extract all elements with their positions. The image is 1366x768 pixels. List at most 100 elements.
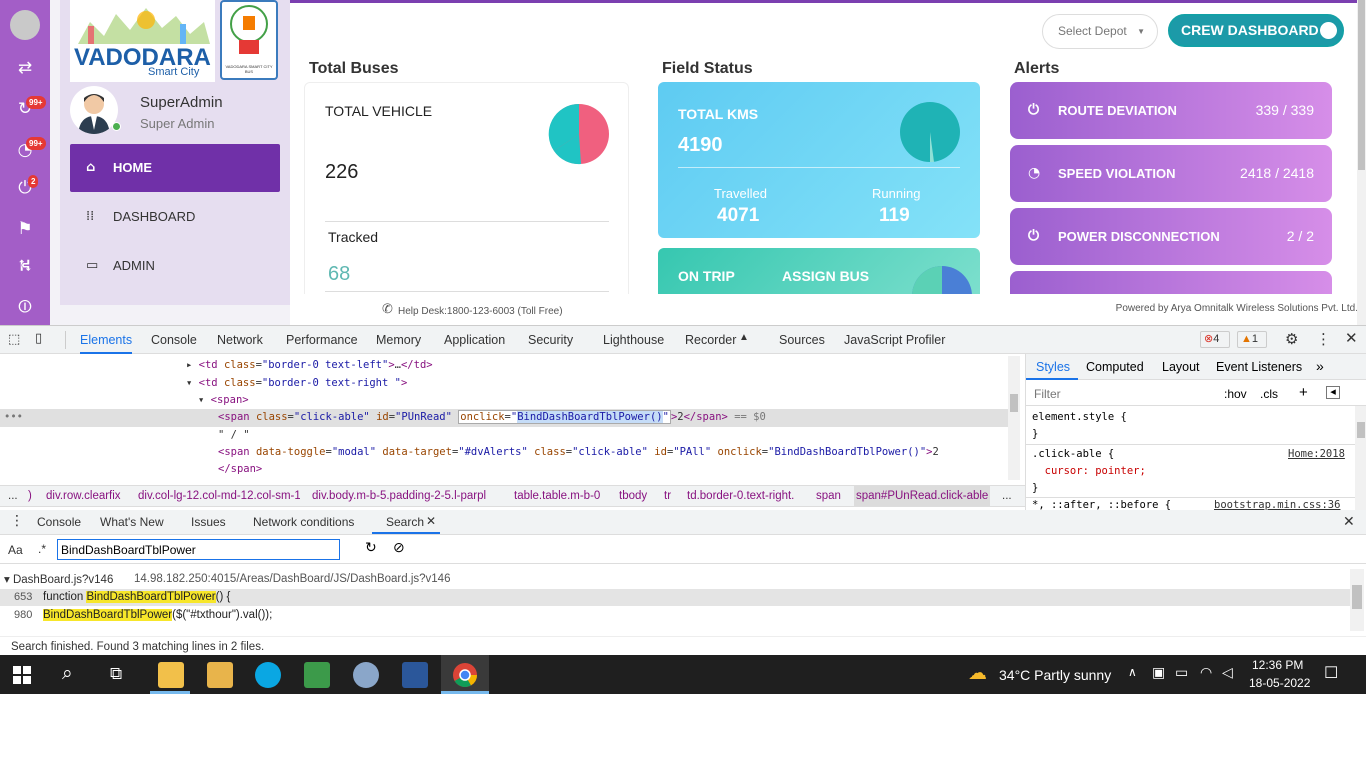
warning-counter[interactable]: ▲1 (1237, 331, 1267, 348)
breadcrumb-item[interactable]: td.border-0.text-right. (687, 486, 805, 506)
breadcrumb-item[interactable]: tr (664, 486, 671, 506)
result-file-toggle[interactable]: ▾ DashBoard.js?v146 (4, 572, 113, 586)
tab-recorder[interactable]: Recorder (685, 326, 736, 354)
breadcrumb-item[interactable]: div.col-lg-12.col-md-12.col-sm-12 (138, 486, 300, 506)
tab-memory[interactable]: Memory (376, 326, 421, 354)
inspect-icon[interactable]: ⬚ (8, 332, 20, 347)
task-view-icon[interactable]: ⧉ (110, 664, 122, 684)
text-node[interactable]: " / " (218, 427, 250, 444)
crew-dashboard-toggle[interactable]: CREW DASHBOARD (1168, 14, 1344, 47)
cls-button[interactable]: .cls (1260, 387, 1278, 401)
scrollbar-thumb[interactable] (1352, 585, 1362, 609)
clock-date[interactable]: 18-05-2022 (1249, 676, 1310, 690)
power-plug-icon[interactable]: ⏼ (13, 295, 37, 319)
nav-item-admin[interactable]: ▭ ADMIN (70, 242, 280, 290)
total-vehicle-card[interactable]: TOTAL VEHICLE 226 Tracked 68 (304, 82, 629, 302)
add-rule-icon[interactable]: + (1299, 384, 1308, 401)
selected-dom-node[interactable]: <span class="click-able" id="PUnRead" on… (218, 409, 766, 426)
wifi-icon[interactable]: ◠ (1200, 664, 1212, 681)
chevron-up-icon[interactable]: ∧ (1128, 665, 1137, 679)
breadcrumb-item[interactable]: span (816, 486, 841, 506)
volume-icon[interactable]: ◁ (1222, 664, 1233, 681)
error-counter[interactable]: ⊗4 (1200, 331, 1230, 348)
tab-network[interactable]: Network (217, 326, 263, 354)
breadcrumb-overflow[interactable]: ... (1002, 486, 1012, 506)
tab-console[interactable]: Console (151, 326, 197, 354)
battery-icon[interactable]: ▭ (1175, 664, 1188, 681)
drawer-tab-network-conditions[interactable]: Network conditions (253, 515, 354, 529)
more-tabs-icon[interactable]: » (1316, 358, 1324, 374)
tab-sources[interactable]: Sources (779, 326, 825, 354)
styles-filter-input[interactable]: Filter (1034, 387, 1061, 401)
total-kms-card[interactable]: TOTAL KMS 4190 Travelled 4071 Running 11… (658, 82, 980, 238)
tab-lighthouse[interactable]: Lighthouse (603, 326, 664, 354)
style-rule-line[interactable]: element.style { (1032, 409, 1127, 426)
flag-icon[interactable]: ⚑ (13, 217, 37, 241)
device-toggle-icon[interactable]: ▯ (35, 331, 42, 346)
tab-event-listeners[interactable]: Event Listeners (1216, 360, 1302, 374)
result-line[interactable]: 980 BindDashBoardTblPower($("#txthour").… (0, 607, 1350, 624)
windows-start-icon[interactable] (13, 666, 31, 684)
result-line-selected[interactable]: 653 function BindDashBoardTblPower() { (0, 589, 1350, 606)
search-input[interactable] (57, 539, 340, 560)
settings-gear-icon[interactable]: ⚙ (1285, 330, 1298, 348)
scrollbar-thumb[interactable] (1358, 0, 1365, 170)
scrollbar-thumb[interactable] (1357, 422, 1365, 438)
tab-styles[interactable]: Styles (1036, 360, 1070, 374)
style-source-link[interactable]: Home:2018 (1288, 446, 1345, 463)
alert-power-disconnection[interactable]: ⏻ POWER DISCONNECTION 2 / 2 (1010, 208, 1332, 265)
breadcrumb-item[interactable]: ) (28, 486, 32, 506)
clear-search-icon[interactable]: ⊘ (393, 539, 405, 556)
tab-js-profiler[interactable]: JavaScript Profiler (844, 326, 945, 354)
refresh-search-icon[interactable]: ↻ (365, 539, 377, 556)
dom-node[interactable]: </span> (218, 461, 262, 478)
more-vert-icon[interactable]: ⋮ (1316, 330, 1331, 348)
breadcrumb-item[interactable]: div.body.m-b-5.padding-2-5.l-parpl (312, 486, 502, 506)
alert-route-deviation[interactable]: ⏻ ROUTE DEVIATION 339 / 339 (1010, 82, 1332, 139)
tab-performance[interactable]: Performance (286, 326, 358, 354)
tab-layout[interactable]: Layout (1162, 360, 1200, 374)
regex-toggle[interactable]: .* (38, 542, 46, 556)
page-scrollbar[interactable] (1357, 0, 1366, 325)
spreadsheet-app-icon[interactable] (304, 662, 330, 688)
notification-center-icon[interactable]: ☐ (1324, 663, 1338, 683)
road-icon[interactable]: ⛕ (13, 254, 37, 278)
chrome-icon[interactable] (452, 662, 478, 688)
match-case-toggle[interactable]: Aa (8, 543, 23, 557)
tab-application[interactable]: Application (444, 326, 505, 354)
scrollbar-thumb[interactable] (1010, 394, 1018, 412)
breadcrumb-item[interactable]: div.row.clearfix (46, 486, 121, 506)
drawer-tab-console[interactable]: Console (37, 515, 81, 529)
dom-node[interactable]: ▾ <td class="border-0 text-right "> (186, 375, 407, 392)
word-icon[interactable] (402, 662, 428, 688)
alert-speed-violation[interactable]: ◔ SPEED VIOLATION 2418 / 2418 (1010, 145, 1332, 202)
user-profile[interactable]: SuperAdmin Super Admin (70, 86, 280, 134)
nav-item-dashboard[interactable]: ⁞⁞ DASHBOARD (70, 193, 280, 241)
clock-time[interactable]: 12:36 PM (1252, 658, 1303, 672)
search-icon[interactable]: ⌕ (62, 662, 73, 684)
close-devtools-icon[interactable]: ✕ (1345, 329, 1358, 347)
styles-scrollbar[interactable] (1355, 406, 1366, 510)
tab-elements[interactable]: Elements (80, 326, 133, 354)
style-rule-line[interactable]: cursor: pointer; (1032, 463, 1146, 480)
nav-item-home[interactable]: ⌂ HOME (70, 144, 280, 192)
select-depot-dropdown[interactable]: Select Depot ▼ (1042, 14, 1158, 49)
dom-node[interactable]: ▾ <span> (198, 392, 249, 409)
drawer-menu-icon[interactable]: ⋮ (10, 513, 24, 529)
drawer-tab-issues[interactable]: Issues (191, 515, 226, 529)
file-explorer-icon[interactable] (158, 662, 184, 688)
style-rule-line[interactable]: .click-able { (1032, 446, 1114, 463)
device-icon[interactable]: ▣ (1152, 664, 1165, 681)
paint-app-icon[interactable] (353, 662, 379, 688)
dom-node[interactable]: <span data-toggle="modal" data-target="#… (218, 444, 939, 461)
weather-icon[interactable]: ☁ (968, 662, 987, 685)
app-logo-icon[interactable] (10, 10, 40, 40)
breadcrumb-item[interactable]: table.table.m-b-0 (514, 486, 600, 506)
tab-computed[interactable]: Computed (1086, 360, 1144, 374)
hov-button[interactable]: :hov (1224, 387, 1247, 401)
toggle-sidebar-icon[interactable]: ◂ (1326, 386, 1340, 399)
drawer-tab-search[interactable]: Search (386, 515, 424, 529)
swap-icon[interactable]: ⇄ (13, 56, 37, 80)
breadcrumb-item-selected[interactable]: span#PUnRead.click-able (854, 486, 991, 506)
close-tab-icon[interactable]: ✕ (426, 514, 436, 528)
